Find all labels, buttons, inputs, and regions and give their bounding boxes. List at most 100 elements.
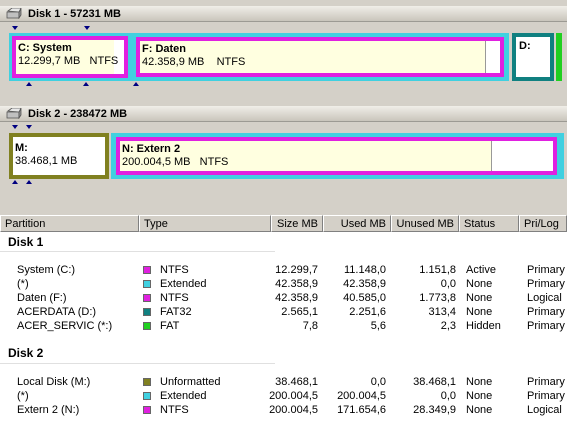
- column-header-size[interactable]: Size MB: [271, 215, 323, 232]
- prilog-cell: Logical: [527, 292, 562, 304]
- table-row[interactable]: Local Disk (M:) Unformatted 38.468,1 0,0 38.…: [0, 375, 567, 389]
- column-header-partition[interactable]: Partition: [0, 215, 139, 232]
- extended-partition-disk2[interactable]: N: Extern 2 200.004,5 MB NTFS: [111, 133, 564, 179]
- table-header: Partition Type Size MB Used MB Unused MB…: [0, 215, 567, 232]
- status-cell: Active: [466, 264, 496, 276]
- type-cell: FAT: [160, 320, 180, 332]
- size-cell: 38.468,1: [275, 376, 318, 388]
- prilog-cell: Primary: [527, 390, 565, 402]
- partition-color-swatch: [143, 392, 151, 400]
- partition-acer-service[interactable]: [556, 33, 562, 81]
- table-row[interactable]: Extern 2 (N:) NTFS 200.004,5 171.654,6 28.34…: [0, 403, 567, 417]
- prilog-cell: Primary: [527, 376, 565, 388]
- type-cell: Extended: [160, 278, 207, 290]
- unused-cell: 1.151,8: [419, 264, 456, 276]
- size-cell: 42.358,9: [275, 278, 318, 290]
- table-row[interactable]: System (C:) NTFS 12.299,7 11.148,0 1.151,8 Ac…: [0, 263, 567, 277]
- partition-f-name: F: Daten: [142, 43, 186, 55]
- table-row[interactable]: (*) Extended 42.358,9 42.358,9 0,0 None Primar…: [0, 277, 567, 291]
- table-row[interactable]: (*) Extended 200.004,5 200.004,5 0,0 None Prim…: [0, 389, 567, 403]
- unused-cell: 0,0: [440, 278, 456, 290]
- hard-disk-icon: [6, 108, 22, 119]
- partition-n-fs: NTFS: [199, 156, 229, 168]
- status-cell: None: [466, 278, 493, 290]
- partition-name-cell: ACERDATA (D:): [17, 306, 97, 318]
- status-cell: None: [466, 292, 493, 304]
- size-cell: 42.358,9: [275, 292, 318, 304]
- type-cell: NTFS: [160, 292, 189, 304]
- size-cell: 12.299,7: [275, 264, 318, 276]
- partition-c-name: C: System: [18, 42, 72, 54]
- status-cell: None: [466, 404, 493, 416]
- partition-name-cell: (*): [17, 278, 29, 290]
- column-header-used[interactable]: Used MB: [323, 215, 391, 232]
- type-cell: Extended: [160, 390, 207, 402]
- type-cell: FAT32: [160, 306, 192, 318]
- unused-cell: 38.468,1: [413, 376, 456, 388]
- disk2-map: M: 38.468,1 MB N: Extern 2 200.004,5 MB …: [0, 123, 567, 211]
- unused-cell: 1.773,8: [419, 292, 456, 304]
- partition-d[interactable]: D:: [512, 33, 554, 81]
- table-row[interactable]: ACER_SERVIC (*:) FAT 7,8 5,6 2,3 Hidden Primar…: [0, 319, 567, 333]
- partition-marker-icon: [26, 180, 32, 184]
- partition-color-swatch: [143, 266, 151, 274]
- partition-n-name: N: Extern 2: [122, 143, 181, 155]
- prilog-cell: Primary: [527, 264, 565, 276]
- size-cell: 200.004,5: [269, 404, 318, 416]
- partition-name-cell: ACER_SERVIC (*:): [17, 320, 113, 332]
- partition-marker-icon: [12, 125, 18, 129]
- partition-f-fs: NTFS: [216, 56, 246, 68]
- type-cell: Unformatted: [160, 376, 221, 388]
- column-header-status[interactable]: Status: [459, 215, 519, 232]
- group-divider: [0, 251, 275, 252]
- unused-cell: 28.349,9: [413, 404, 456, 416]
- column-header-type[interactable]: Type: [139, 215, 271, 232]
- used-cell: 5,6: [370, 320, 386, 332]
- partition-marker-icon: [26, 125, 32, 129]
- unused-cell: 2,3: [440, 320, 456, 332]
- disk1-header[interactable]: Disk 1 - 57231 MB: [0, 6, 567, 22]
- disk2-title: Disk 2 - 238472 MB: [28, 108, 128, 120]
- extended-partition-disk1[interactable]: F: Daten 42.358,9 MB NTFS: [131, 33, 509, 81]
- prilog-cell: Primary: [527, 320, 565, 332]
- type-cell: NTFS: [160, 404, 189, 416]
- partition-n[interactable]: N: Extern 2 200.004,5 MB NTFS: [116, 137, 557, 175]
- size-cell: 2.565,1: [281, 306, 318, 318]
- partition-name-cell: Local Disk (M:): [17, 376, 91, 388]
- partition-m[interactable]: M: 38.468,1 MB: [9, 133, 109, 179]
- disk2-header[interactable]: Disk 2 - 238472 MB: [0, 106, 567, 122]
- status-cell: None: [466, 376, 493, 388]
- table-row[interactable]: ACERDATA (D:) FAT32 2.565,1 2.251,6 313,4 Non…: [0, 305, 567, 319]
- partition-name-cell: Daten (F:): [17, 292, 67, 304]
- used-cell: 11.148,0: [343, 264, 386, 276]
- partition-marker-icon: [12, 180, 18, 184]
- prilog-cell: Primary: [527, 306, 565, 318]
- group-divider: [0, 363, 275, 364]
- partition-marker-icon: [83, 82, 89, 86]
- partition-marker-icon: [26, 82, 32, 86]
- used-cell: 200.004,5: [337, 390, 386, 402]
- disk1-map: C: System 12.299,7 MB NTFS F: Daten 42.3…: [0, 23, 567, 97]
- column-header-unused[interactable]: Unused MB: [391, 215, 459, 232]
- table-row[interactable]: Daten (F:) NTFS 42.358,9 40.585,0 1.773,8 Non…: [0, 291, 567, 305]
- partition-c[interactable]: C: System 12.299,7 MB NTFS: [9, 33, 131, 81]
- status-cell: None: [466, 306, 493, 318]
- hard-disk-icon: [6, 8, 22, 19]
- prilog-cell: Primary: [527, 278, 565, 290]
- used-cell: 42.358,9: [343, 278, 386, 290]
- unused-cell: 313,4: [428, 306, 456, 318]
- size-cell: 7,8: [302, 320, 318, 332]
- partition-color-swatch: [143, 322, 151, 330]
- partition-color-swatch: [143, 308, 151, 316]
- type-cell: NTFS: [160, 264, 189, 276]
- size-cell: 200.004,5: [269, 390, 318, 402]
- partition-name-cell: (*): [17, 390, 29, 402]
- column-header-prilog[interactable]: Pri/Log: [519, 215, 567, 232]
- partition-m-size: 38.468,1 MB: [15, 155, 78, 167]
- used-cell: 0,0: [370, 376, 386, 388]
- partition-name-cell: System (C:): [17, 264, 76, 276]
- partition-f[interactable]: F: Daten 42.358,9 MB NTFS: [136, 37, 504, 77]
- partition-name-cell: Extern 2 (N:): [17, 404, 80, 416]
- partition-marker-icon: [12, 26, 18, 30]
- partition-marker-icon: [84, 26, 90, 30]
